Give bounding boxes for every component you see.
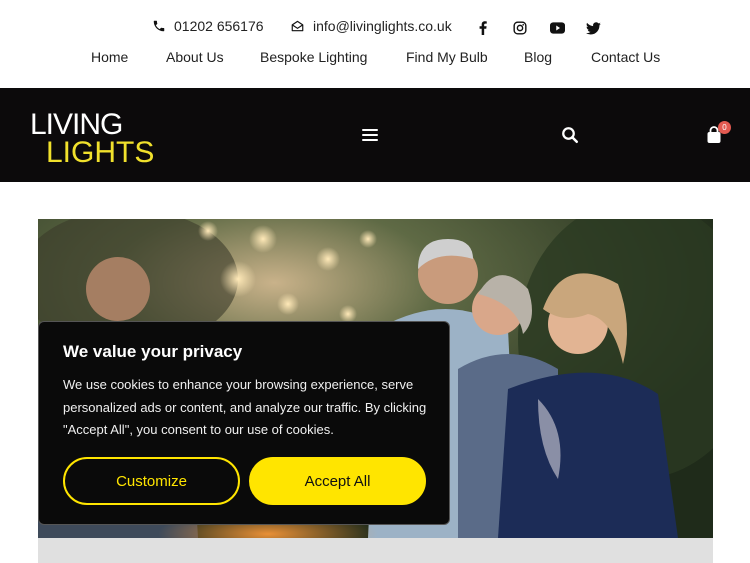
nav-home[interactable]: Home xyxy=(91,49,128,65)
logo-line-2: LIGHTS xyxy=(46,136,155,169)
youtube-icon[interactable] xyxy=(549,20,565,36)
envelope-open-icon xyxy=(291,20,304,32)
facebook-icon[interactable] xyxy=(475,20,491,36)
nav-contact-us[interactable]: Contact Us xyxy=(591,49,660,65)
email-address: info@livinglights.co.uk xyxy=(313,18,452,34)
nav-find-my-bulb[interactable]: Find My Bulb xyxy=(406,49,488,65)
phone-icon xyxy=(153,20,165,32)
top-bar: 01202 656176 info@livinglights.co.uk Hom… xyxy=(0,0,750,88)
nav-about-us[interactable]: About Us xyxy=(166,49,224,65)
instagram-icon[interactable] xyxy=(512,20,528,36)
customize-button[interactable]: Customize xyxy=(63,457,240,505)
email-link[interactable]: info@livinglights.co.uk xyxy=(290,18,452,34)
cookie-consent-dialog: We value your privacy We use cookies to … xyxy=(38,321,450,525)
nav-bespoke-lighting[interactable]: Bespoke Lighting xyxy=(260,49,367,65)
cookie-title: We value your privacy xyxy=(63,342,243,361)
contact-bar: 01202 656176 info@livinglights.co.uk xyxy=(0,18,750,38)
cookie-description: We use cookies to enhance your browsing … xyxy=(63,377,427,437)
twitter-icon[interactable] xyxy=(585,20,601,36)
menu-icon[interactable] xyxy=(362,129,378,143)
accept-all-button[interactable]: Accept All xyxy=(249,457,426,505)
living-lights-logo[interactable]: LIVING LIGHTS xyxy=(30,106,180,169)
cart-count-badge: 0 xyxy=(718,121,731,134)
nav-blog[interactable]: Blog xyxy=(524,49,552,65)
search-icon[interactable] xyxy=(561,126,579,149)
main-navigation: Home About Us Bespoke Lighting Find My B… xyxy=(0,49,750,67)
phone-number: 01202 656176 xyxy=(174,18,264,34)
content-placeholder xyxy=(38,538,713,563)
phone-link[interactable]: 01202 656176 xyxy=(152,18,264,34)
